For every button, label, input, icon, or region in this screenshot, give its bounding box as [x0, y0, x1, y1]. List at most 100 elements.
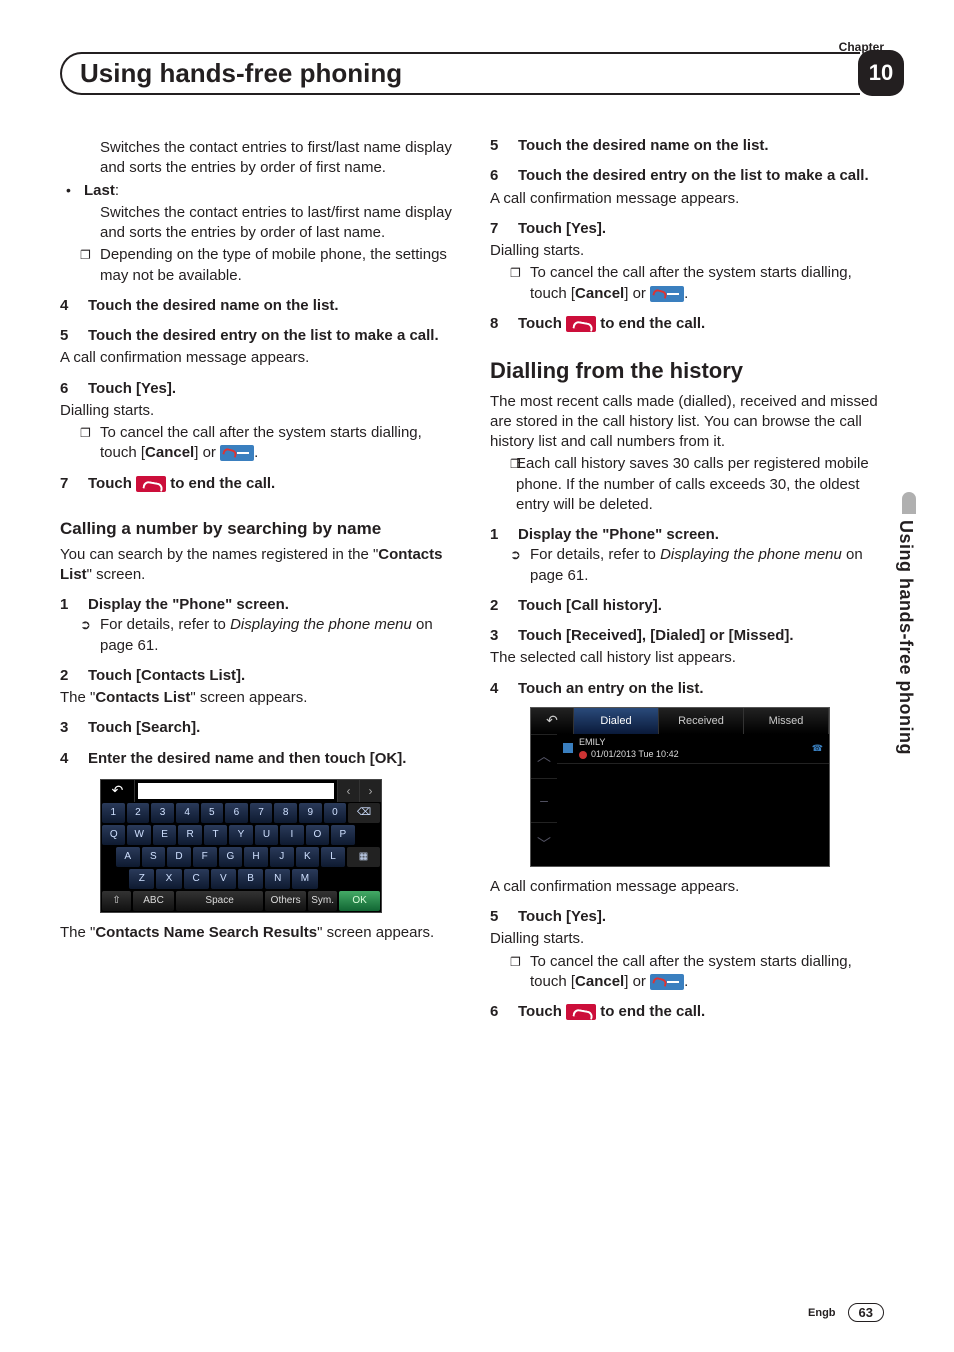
step-number: 6 — [490, 1002, 506, 1022]
list-item: Last: — [60, 181, 460, 201]
scroll-down-icon: ﹀ — [531, 822, 557, 866]
step-text: Touch to end the call. — [518, 314, 890, 334]
step-text: Touch the desired name on the list. — [518, 136, 890, 156]
step-1: 1 Display the "Phone" screen. — [60, 595, 460, 615]
key-spacer — [102, 847, 114, 867]
back-icon: ↶ — [101, 780, 135, 802]
keyboard-layout-icon: ▦ — [347, 847, 380, 867]
body-text: " screen appears. — [190, 689, 307, 706]
step-text: Touch [Received], [Dialed] or [Missed]. — [518, 626, 890, 646]
step-text: Touch [Search]. — [88, 718, 460, 738]
page-footer: Engb 63 — [808, 1303, 884, 1322]
step-4: 4Touch an entry on the list. — [490, 679, 890, 699]
key-spacer — [102, 869, 127, 889]
scroll-indicator: – — [531, 778, 557, 822]
step-number: 7 — [490, 219, 506, 239]
next-icon: › — [359, 780, 381, 802]
note-item: To cancel the call after the system star… — [490, 263, 890, 304]
key-5: 5 — [201, 803, 224, 823]
cancel-call-icon — [650, 974, 684, 990]
hangup-icon — [566, 316, 596, 332]
step-3: 3 Touch [Received], [Dialed] or [Missed]. — [490, 626, 890, 646]
key-c: C — [184, 869, 209, 889]
step-4b: 4Enter the desired name and then touch [… — [60, 749, 460, 769]
key-e: E — [153, 825, 176, 845]
contact-icon — [563, 743, 573, 753]
step-number: 1 — [60, 595, 76, 615]
body-text: Touch — [518, 315, 566, 332]
hangup-icon — [136, 476, 166, 492]
key-spacer — [357, 825, 380, 845]
body-text: to end the call. — [596, 315, 705, 332]
side-tab-label: Using hands-free phoning — [895, 520, 916, 755]
body-text: to end the call. — [166, 475, 275, 492]
step-text: Touch [Contacts List]. — [88, 666, 460, 686]
step-number: 8 — [490, 314, 506, 334]
key-y: Y — [229, 825, 252, 845]
body-text: " screen appears. — [317, 924, 434, 941]
language-label: Engb — [808, 1307, 836, 1319]
body-text: The most recent calls made (dialled), re… — [490, 392, 890, 453]
body-text: Dialling starts. — [490, 929, 890, 949]
key-f: F — [193, 847, 217, 867]
key-w: W — [127, 825, 150, 845]
step-number: 3 — [490, 626, 506, 646]
key-3: 3 — [151, 803, 174, 823]
step-text: Touch the desired entry on the list to m… — [518, 166, 890, 186]
body-text: ] or — [624, 973, 650, 990]
page-number: 63 — [848, 1303, 884, 1322]
ref-italic: Displaying the phone menu — [230, 616, 412, 633]
note-item: To cancel the call after the system star… — [490, 952, 890, 993]
step-text: Touch the desired entry on the list to m… — [88, 326, 460, 346]
body-text: You can search by the names registered i… — [60, 546, 378, 563]
step-text: Touch [Call history]. — [518, 596, 890, 616]
step-7: 7 Touch to end the call. — [60, 474, 460, 494]
step-number: 7 — [60, 474, 76, 494]
outgoing-icon — [579, 751, 587, 759]
key-9: 9 — [299, 803, 322, 823]
body-text: You can search by the names registered i… — [60, 545, 460, 586]
hangup-icon — [566, 1004, 596, 1020]
key-2: 2 — [127, 803, 150, 823]
note-item: Each call history saves 30 calls per reg… — [490, 454, 890, 515]
step-6b: 6 Touch to end the call. — [490, 1002, 890, 1022]
step-text: Touch [Yes]. — [518, 219, 890, 239]
history-entry: EMILY 01/01/2013 Tue 10:42 ☎ — [557, 734, 829, 764]
body-text: The "Contacts Name Search Results" scree… — [60, 923, 460, 943]
key-h: H — [244, 847, 268, 867]
step-number: 5 — [60, 326, 76, 346]
key-v: V — [211, 869, 236, 889]
step-7: 7 Touch [Yes]. — [490, 219, 890, 239]
key-t: T — [204, 825, 227, 845]
step-4: 4Touch the desired name on the list. — [60, 296, 460, 316]
body-text: Dialling starts. — [60, 401, 460, 421]
step-text: Touch an entry on the list. — [518, 679, 890, 699]
key-b: B — [238, 869, 263, 889]
step-text: Display the "Phone" screen. — [88, 595, 460, 615]
entry-time: 01/01/2013 Tue 10:42 — [591, 748, 679, 760]
key-g: G — [219, 847, 243, 867]
backspace-icon: ⌫ — [348, 803, 380, 823]
step-number: 4 — [60, 749, 76, 769]
chapter-number-badge: 10 — [858, 50, 904, 96]
step-text: Touch to end the call. — [88, 474, 460, 494]
space-key: Space — [176, 891, 263, 911]
key-4: 4 — [176, 803, 199, 823]
step-text: Touch to end the call. — [518, 1002, 890, 1022]
key-m: M — [292, 869, 317, 889]
step-text: Display the "Phone" screen. — [518, 525, 890, 545]
sym-key: Sym. — [308, 891, 337, 911]
ok-key: OK — [339, 891, 380, 911]
key-k: K — [296, 847, 320, 867]
step-1: 1Display the "Phone" screen. — [490, 525, 890, 545]
sub-heading: Calling a number by searching by name — [60, 518, 460, 541]
scroll-up-icon: ︿ — [531, 734, 557, 778]
note-item: Depending on the type of mobile phone, t… — [60, 245, 460, 286]
ref-item: For details, refer to Displaying the pho… — [60, 615, 460, 656]
step-6: 6Touch the desired entry on the list to … — [490, 166, 890, 186]
key-l: L — [321, 847, 345, 867]
left-column: Switches the contact entries to first/la… — [60, 136, 460, 1022]
step-number: 2 — [60, 666, 76, 686]
key-n: N — [265, 869, 290, 889]
step-8: 8 Touch to end the call. — [490, 314, 890, 334]
